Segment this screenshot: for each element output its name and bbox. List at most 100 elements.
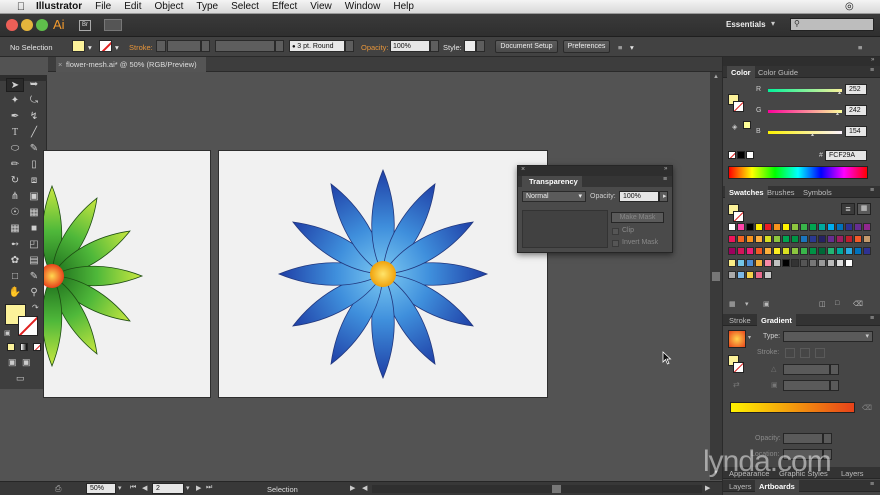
shape-builder-tool-icon[interactable]: ☉: [6, 206, 24, 220]
swatch-cell[interactable]: [773, 259, 781, 267]
opacity-input[interactable]: 100%: [390, 40, 430, 52]
document-tab[interactable]: flower-mesh.ai* @ 50% (RGB/Preview) ×: [56, 57, 206, 72]
line-segment-tool-icon[interactable]: ╱: [25, 126, 43, 140]
swatch-cell[interactable]: [836, 223, 844, 231]
swatch-cell[interactable]: [863, 247, 871, 255]
stroke-label[interactable]: Stroke:: [129, 43, 153, 52]
swatch-cell[interactable]: [773, 235, 781, 243]
gradient-preview-swatch[interactable]: [728, 330, 746, 348]
artboard-2[interactable]: [218, 150, 548, 398]
swatch-cell[interactable]: [845, 247, 853, 255]
r-input[interactable]: 252: [845, 84, 867, 95]
stroke-weight-dropdown[interactable]: [201, 40, 210, 52]
swatch-cell[interactable]: [827, 223, 835, 231]
workspace-switcher[interactable]: Essentials: [726, 20, 766, 29]
swatch-cell[interactable]: [836, 259, 844, 267]
screen-mode-icon[interactable]: ▭: [16, 373, 25, 384]
gradient-slider-bar[interactable]: [730, 402, 855, 413]
new-color-group-icon[interactable]: ◫: [819, 300, 826, 308]
swatch-cell[interactable]: [809, 259, 817, 267]
chevron-down-icon[interactable]: ▾: [118, 484, 122, 492]
swatch-cell[interactable]: [728, 259, 736, 267]
swatch-cell[interactable]: [728, 223, 736, 231]
gradient-opacity-input[interactable]: [783, 433, 823, 444]
help-search-input[interactable]: ⚲: [790, 18, 874, 31]
swatch-cell[interactable]: [728, 247, 736, 255]
white-swatch[interactable]: [746, 151, 754, 159]
swatch-cell[interactable]: [800, 235, 808, 243]
brush-dropdown[interactable]: [345, 40, 354, 52]
scale-tool-icon[interactable]: ⧈: [25, 174, 43, 188]
swatch-cell[interactable]: [755, 247, 763, 255]
swatch-cell[interactable]: [863, 223, 871, 231]
transparency-tab[interactable]: Transparency: [522, 176, 582, 187]
swatch-cell[interactable]: [764, 235, 772, 243]
g-slider[interactable]: [768, 110, 842, 113]
swatch-library-icon[interactable]: ▦: [729, 300, 736, 308]
rotate-view-icon[interactable]: ⎙: [55, 484, 61, 494]
document-setup-button[interactable]: Document Setup: [495, 40, 558, 53]
align-options-icon[interactable]: ≡: [618, 43, 622, 52]
black-swatch[interactable]: [737, 151, 745, 159]
b-input[interactable]: 154: [845, 126, 867, 137]
drawing-mode-icon[interactable]: ▣: [8, 357, 17, 368]
scroll-thumb[interactable]: [712, 272, 720, 281]
swatch-cell[interactable]: [746, 235, 754, 243]
lasso-tool-icon[interactable]: ⤿: [25, 94, 43, 108]
swatch-cell[interactable]: [764, 223, 772, 231]
swatch-cell[interactable]: [728, 235, 736, 243]
menu-select[interactable]: Select: [231, 1, 259, 12]
panel-menu-icon[interactable]: ≡: [870, 481, 874, 488]
collapse-icon[interactable]: »: [664, 166, 667, 172]
swatch-cell[interactable]: [755, 235, 763, 243]
swatch-cell[interactable]: [782, 223, 790, 231]
perspective-grid-tool-icon[interactable]: ▦: [25, 206, 43, 220]
swatch-cell[interactable]: [818, 247, 826, 255]
menu-window[interactable]: Window: [345, 1, 381, 12]
swatch-cell[interactable]: [809, 235, 817, 243]
opacity-dropdown[interactable]: [430, 40, 439, 52]
chevron-down-icon[interactable]: ▾: [186, 484, 190, 492]
bridge-button[interactable]: Br: [79, 20, 91, 31]
tab-stroke[interactable]: Stroke: [725, 314, 755, 326]
opacity-label[interactable]: Opacity:: [361, 43, 389, 52]
swatch-cell[interactable]: [746, 247, 754, 255]
reverse-gradient-icon[interactable]: ⇄: [733, 380, 740, 389]
eyedropper-tool-icon[interactable]: ➻: [6, 238, 24, 252]
menu-edit[interactable]: Edit: [124, 1, 141, 12]
minimize-window-button[interactable]: [21, 19, 33, 31]
tab-artboards[interactable]: Artboards: [755, 480, 799, 492]
stroke-within-icon[interactable]: [785, 348, 795, 358]
trash-icon[interactable]: ⌫: [862, 404, 872, 412]
swatch-cell[interactable]: [773, 223, 781, 231]
collapse-icon[interactable]: »: [871, 57, 874, 63]
b-slider-thumb[interactable]: ▲: [810, 132, 815, 138]
close-window-button[interactable]: [6, 19, 18, 31]
swatch-cell[interactable]: [737, 271, 745, 279]
opacity-input[interactable]: 100%: [619, 191, 659, 202]
free-transform-tool-icon[interactable]: ▣: [25, 190, 43, 204]
next-artboard-icon[interactable]: ▶: [196, 484, 201, 492]
gradient-type-select[interactable]: ▾: [783, 331, 873, 342]
none-mode-button[interactable]: [33, 343, 41, 351]
panel-menu-icon[interactable]: ≡: [870, 67, 874, 74]
gradient-aspect-input[interactable]: [783, 380, 830, 391]
swatch-cell[interactable]: [791, 235, 799, 243]
swatch-cell[interactable]: [809, 247, 817, 255]
symbol-sprayer-tool-icon[interactable]: ✿: [6, 254, 24, 268]
apple-icon[interactable]: : [14, 1, 28, 13]
stroke-none-box[interactable]: [18, 316, 38, 336]
swatch-cell[interactable]: [845, 259, 853, 267]
gradient-tool-icon[interactable]: ■: [25, 222, 43, 236]
g-input[interactable]: 242: [845, 105, 867, 116]
stroke-none-swatch[interactable]: [99, 40, 112, 52]
swatch-cell[interactable]: [755, 271, 763, 279]
ellipse-tool-icon[interactable]: ⬭: [6, 142, 24, 156]
horizontal-scrollbar[interactable]: [372, 485, 702, 493]
pen-tool-icon[interactable]: ✒: [6, 110, 24, 124]
make-mask-button[interactable]: Make Mask: [611, 212, 664, 223]
panel-menu-icon[interactable]: ≡: [870, 187, 874, 194]
zoom-level-input[interactable]: 50%: [86, 483, 116, 494]
chevron-down-icon[interactable]: ▾: [88, 43, 92, 52]
swatch-cell[interactable]: [746, 271, 754, 279]
